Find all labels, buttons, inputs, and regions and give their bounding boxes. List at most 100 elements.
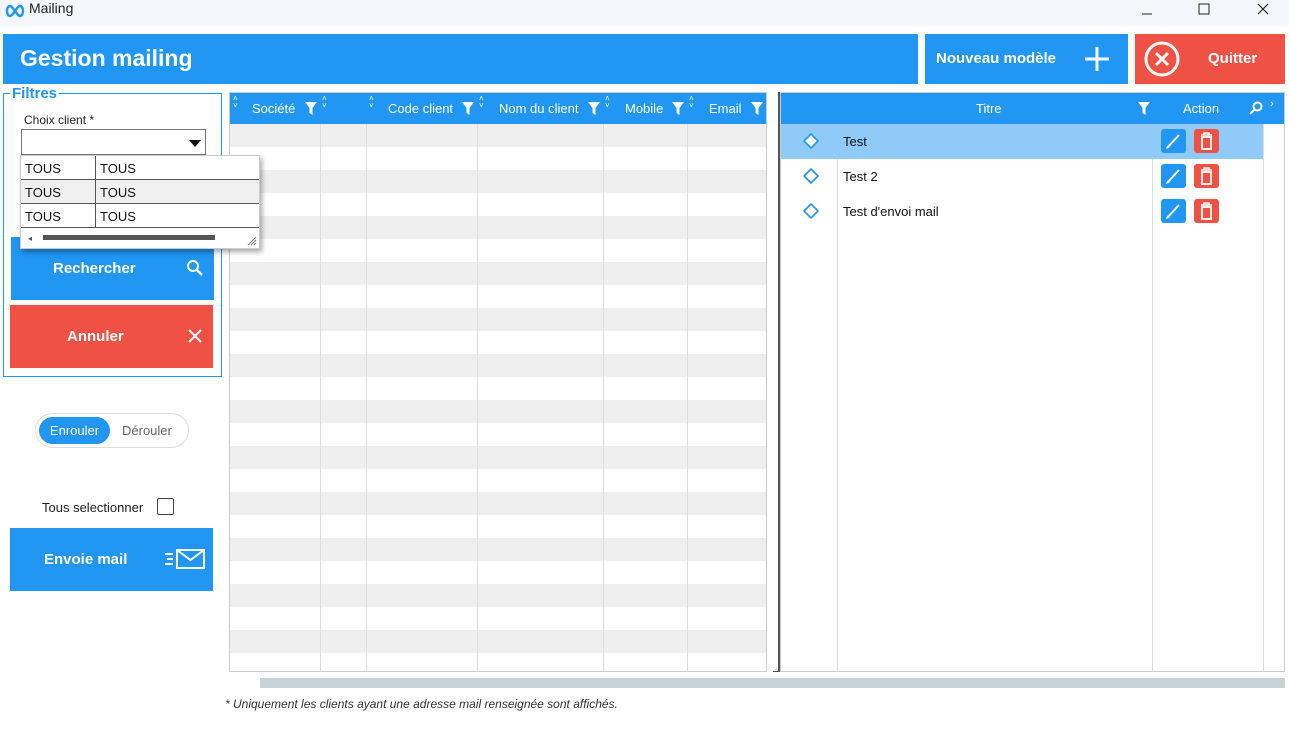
pencil-icon: [1166, 204, 1180, 219]
column-header-code-client[interactable]: Code client: [388, 101, 453, 116]
new-template-label: Nouveau modèle: [936, 50, 1057, 67]
column-divider: [1263, 124, 1264, 671]
dropdown-row[interactable]: TOUS TOUS: [21, 180, 259, 204]
search-icon: [187, 260, 203, 276]
search-icon[interactable]: [1249, 101, 1263, 115]
minimize-button[interactable]: [1124, 0, 1170, 18]
send-mail-label: Envoie mail: [44, 551, 128, 568]
row-selector-icon[interactable]: [803, 133, 819, 149]
toggle-option-expand[interactable]: Dérouler: [122, 417, 172, 444]
filter-icon[interactable]: [305, 102, 317, 115]
row-selector-icon[interactable]: [803, 168, 819, 184]
search-label: Rechercher: [53, 260, 136, 277]
chevron-right-icon[interactable]: ›: [1270, 98, 1274, 110]
delete-button[interactable]: [1194, 199, 1219, 223]
clients-grid[interactable]: ˄ ˅ Société ˄ ˅ ˄ ˅ Code client ˄ ˅ Nom du c…: [229, 92, 767, 672]
clients-grid-header: ˄ ˅ Société ˄ ˅ ˄ ˅ Code client ˄ ˅ Nom du c…: [230, 93, 766, 124]
client-choice-dropdown[interactable]: TOUS TOUS TOUS TOUS TOUS TOUS ◂: [20, 155, 260, 249]
filter-icon[interactable]: [1138, 102, 1150, 115]
column-divider: [95, 204, 96, 228]
column-header-societe[interactable]: Société: [252, 101, 295, 116]
column-divider: [95, 156, 96, 180]
column-divider: [477, 124, 478, 671]
close-window-button[interactable]: [1240, 0, 1286, 18]
filters-legend: Filtres: [10, 85, 60, 102]
column-header-mobile[interactable]: Mobile: [625, 101, 663, 116]
quit-label: Quitter: [1208, 50, 1258, 67]
dropdown-cell: TOUS: [100, 185, 136, 200]
scroll-left-icon[interactable]: ◂: [28, 234, 32, 243]
select-all-label: Tous selectionner: [42, 500, 144, 515]
filter-icon[interactable]: [751, 102, 763, 115]
footnote: * Uniquement les clients ayant une adres…: [225, 697, 618, 711]
send-mail-icon: [165, 549, 205, 569]
sort-icon[interactable]: ˄ ˅: [689, 95, 694, 110]
edit-button[interactable]: [1161, 199, 1186, 223]
close-icon: [188, 329, 202, 343]
column-divider: [95, 180, 96, 204]
sort-icon[interactable]: ˄ ˅: [322, 95, 327, 110]
models-grid-row[interactable]: Test: [781, 124, 1263, 159]
column-divider: [366, 124, 367, 671]
dropdown-scrollbar[interactable]: [43, 235, 215, 240]
template-title: Test d'envoi mail: [843, 204, 939, 219]
column-divider: [603, 124, 604, 671]
models-grid-row[interactable]: Test d'envoi mail: [781, 194, 1263, 229]
row-selector-icon[interactable]: [803, 203, 819, 219]
maximize-icon: [1198, 3, 1210, 15]
dropdown-cell: TOUS: [100, 209, 136, 224]
page-title: Gestion mailing: [20, 45, 193, 71]
edit-button[interactable]: [1161, 164, 1186, 188]
client-choice-label: Choix client *: [24, 113, 95, 127]
new-template-button[interactable]: Nouveau modèle: [925, 34, 1128, 84]
sort-icon[interactable]: ˄ ˅: [479, 95, 484, 110]
sort-icon[interactable]: ˄ ˅: [369, 95, 374, 110]
models-grid-row[interactable]: Test 2: [781, 159, 1263, 194]
send-mail-button[interactable]: Envoie mail: [10, 528, 213, 591]
pencil-icon: [1166, 169, 1180, 184]
window-titlebar: Mailing: [0, 0, 1289, 26]
maximize-button[interactable]: [1181, 0, 1227, 18]
resize-grip-icon[interactable]: [247, 236, 257, 246]
quit-button[interactable]: Quitter: [1135, 34, 1285, 84]
template-title: Test: [843, 134, 867, 149]
dropdown-row[interactable]: TOUS TOUS: [21, 156, 259, 180]
models-grid-header: Titre Action ›: [781, 93, 1284, 124]
trash-icon: [1201, 202, 1212, 220]
collapse-toggle[interactable]: Enrouler Dérouler: [35, 413, 189, 448]
chevron-down-icon: [189, 140, 201, 147]
close-circle-icon: [1144, 41, 1180, 77]
minimize-icon: [1142, 13, 1152, 15]
column-header-email[interactable]: Email: [709, 101, 742, 116]
trash-icon: [1201, 167, 1212, 185]
infinity-logo-icon: [5, 4, 25, 18]
pencil-icon: [1166, 134, 1180, 149]
toggle-option-collapse[interactable]: Enrouler: [39, 417, 110, 444]
filter-icon[interactable]: [588, 102, 600, 115]
column-divider: [687, 124, 688, 671]
column-header-titre[interactable]: Titre: [976, 101, 1002, 116]
delete-button[interactable]: [1194, 164, 1219, 188]
dropdown-row[interactable]: TOUS TOUS: [21, 204, 259, 228]
column-header-action: Action: [1183, 101, 1220, 116]
edit-button[interactable]: [1161, 129, 1186, 153]
models-grid[interactable]: Titre Action › Test Test 2 Test d'envoi …: [780, 92, 1285, 672]
dropdown-cell: TOUS: [25, 161, 61, 176]
filter-icon[interactable]: [462, 102, 474, 115]
select-all-checkbox[interactable]: [157, 498, 174, 515]
cancel-button[interactable]: Annuler: [10, 305, 213, 368]
close-icon: [1257, 3, 1269, 15]
sort-icon[interactable]: ˄ ˅: [605, 95, 610, 110]
dropdown-cell: TOUS: [25, 209, 61, 224]
filter-icon[interactable]: [672, 102, 684, 115]
column-divider: [320, 124, 321, 671]
client-choice-select[interactable]: [21, 129, 206, 155]
delete-button[interactable]: [1194, 129, 1219, 153]
horizontal-scrollbar[interactable]: [260, 678, 1285, 688]
header-bar: Gestion mailing: [3, 34, 918, 84]
window-title: Mailing: [29, 0, 74, 16]
sort-icon[interactable]: ˄ ˅: [233, 95, 238, 110]
dropdown-cell: TOUS: [100, 161, 136, 176]
column-header-nom-client[interactable]: Nom du client: [499, 101, 578, 116]
dropdown-cell: TOUS: [25, 185, 61, 200]
